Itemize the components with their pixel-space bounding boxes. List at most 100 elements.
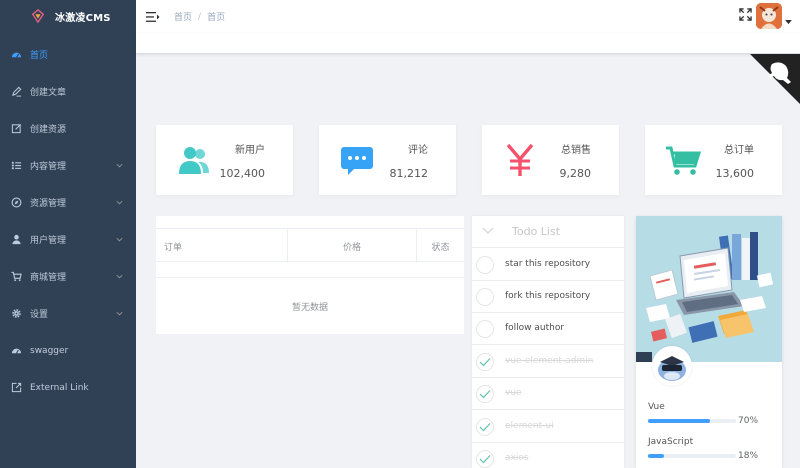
stat-label: 新用户 [235, 145, 265, 156]
sidebar-item-create-resource[interactable]: 创建资源 [0, 110, 136, 147]
profile-card: Vue 70% JavaScript 18% [636, 216, 782, 468]
money-icon [506, 143, 534, 176]
external-link-icon [10, 382, 22, 394]
skill-progress-fill [648, 454, 664, 458]
stat-label: 总销售 [561, 145, 591, 156]
sidebar-item-label: External Link [30, 382, 89, 393]
app-name: 冰激凌CMS [55, 12, 111, 24]
stat-card-comments[interactable]: 评论 81,212 [319, 125, 456, 195]
check-icon [479, 358, 491, 367]
todo-checkbox[interactable] [476, 450, 494, 468]
sidebar-item-create-article[interactable]: 创建文章 [0, 73, 136, 110]
todo-text[interactable]: axios [505, 453, 529, 463]
empty-text: 暂无数据 [291, 302, 328, 313]
skill-progress-bar [648, 454, 736, 458]
sidebar-item-label: 创建资源 [30, 125, 67, 135]
breadcrumb: 首页 / 首页 [174, 10, 226, 24]
todo-text[interactable]: vue [505, 388, 522, 398]
shopping-cart-icon [10, 271, 22, 283]
fullscreen-icon[interactable] [739, 8, 752, 21]
avatar[interactable] [756, 3, 782, 29]
sidebar-item-settings[interactable]: 设置 [0, 295, 136, 332]
column-header-order[interactable]: 订单 [156, 229, 288, 263]
message-icon [341, 147, 373, 175]
github-corner-icon[interactable] [750, 54, 800, 104]
navbar: 首页 / 首页 [136, 0, 800, 33]
sidebar-item-swagger[interactable]: swagger [0, 332, 136, 369]
breadcrumb-separator: / [198, 11, 202, 22]
sidebar-item-external-link[interactable]: External Link [0, 369, 136, 406]
logo[interactable]: 冰激凌CMS [0, 0, 136, 32]
skill-progress-bar [648, 419, 736, 423]
sidebar-item-label: 首页 [30, 51, 49, 61]
breadcrumb-current: 首页 [207, 13, 226, 23]
form-icon [10, 123, 22, 135]
todo-checkbox[interactable] [476, 288, 494, 306]
todo-item: star this repository [472, 249, 624, 281]
toggle-all-icon[interactable] [482, 226, 494, 236]
stat-value: 13,600 [715, 167, 755, 180]
todo-item: element-ui [472, 411, 624, 443]
column-header-status[interactable]: 状态 [417, 229, 464, 263]
chevron-down-icon [116, 200, 123, 205]
todo-text[interactable]: follow author [505, 323, 564, 333]
todo-title[interactable]: Todo List [512, 225, 560, 238]
skill-name: Vue [648, 402, 665, 412]
todo-item: vue [472, 378, 624, 410]
sidebar-item-user-management[interactable]: 用户管理 [0, 221, 136, 258]
hamburger-icon[interactable] [146, 11, 160, 23]
chevron-down-icon [116, 163, 123, 168]
stat-card-total-orders[interactable]: 总订单 13,600 [645, 125, 782, 195]
caret-down-icon[interactable] [785, 20, 792, 25]
skill-percent: 18% [738, 451, 759, 461]
todo-checkbox[interactable] [476, 385, 494, 403]
todo-item: axios [472, 443, 624, 468]
breadcrumb-item[interactable]: 首页 [174, 10, 192, 23]
logo-icon [31, 9, 45, 23]
skill-percent: 70% [738, 416, 759, 426]
tags-bar [136, 33, 800, 54]
order-table: 订单 价格 状态 暂无数据 [156, 216, 464, 334]
sidebar-item-resource-management[interactable]: 资源管理 [0, 184, 136, 221]
todo-checkbox[interactable] [476, 418, 494, 436]
chevron-down-icon [116, 274, 123, 279]
speedometer-icon [10, 345, 22, 357]
check-icon [479, 423, 491, 432]
todo-checkbox[interactable] [476, 256, 494, 274]
shopping-cart-icon [666, 146, 701, 175]
peoples-icon [179, 147, 209, 174]
stat-label: 总订单 [724, 145, 754, 156]
check-icon [479, 455, 491, 464]
mascot-avatar [652, 346, 692, 386]
todo-checkbox[interactable] [476, 353, 494, 371]
todo-text[interactable]: fork this repository [505, 291, 590, 301]
edit-icon [10, 86, 22, 98]
gear-icon [10, 308, 22, 320]
list-icon [10, 160, 22, 172]
sidebar-menu: 首页 创建文章 创建资源 内容管理 资源管理 用户管理 商城管理 设置 swag… [0, 36, 136, 406]
check-icon [479, 390, 491, 399]
sidebar-item-shop-management[interactable]: 商城管理 [0, 258, 136, 295]
skill-name: JavaScript [648, 437, 694, 447]
sidebar: 冰激凌CMS 首页 创建文章 创建资源 内容管理 资源管理 用户管理 商城管理 … [0, 0, 136, 468]
sidebar-item-home[interactable]: 首页 [0, 36, 136, 73]
workspace-illustration [636, 216, 782, 362]
stat-card-new-users[interactable]: 新用户 102,400 [156, 125, 293, 195]
stat-value: 102,400 [219, 167, 266, 180]
stat-card-total-sales[interactable]: 总销售 9,280 [482, 125, 619, 195]
stat-label: 评论 [408, 145, 428, 156]
skill-vue: Vue 70% [648, 402, 778, 426]
column-header-price[interactable]: 价格 [288, 229, 417, 263]
todo-text[interactable]: star this repository [505, 259, 590, 269]
sidebar-item-label: swagger [30, 345, 69, 356]
todo-list: Todo List star this repository fork this… [472, 216, 624, 468]
chevron-down-icon [116, 237, 123, 242]
todo-text[interactable]: element-ui [505, 421, 554, 431]
todo-item: fork this repository [472, 281, 624, 313]
sidebar-item-content-management[interactable]: 内容管理 [0, 147, 136, 184]
todo-text[interactable]: vue-element-admin [505, 356, 593, 366]
table-header: 订单 价格 状态 [156, 228, 464, 263]
skill-javascript: JavaScript 18% [648, 437, 778, 461]
sidebar-item-label: 用户管理 [30, 236, 67, 246]
todo-checkbox[interactable] [476, 320, 494, 338]
